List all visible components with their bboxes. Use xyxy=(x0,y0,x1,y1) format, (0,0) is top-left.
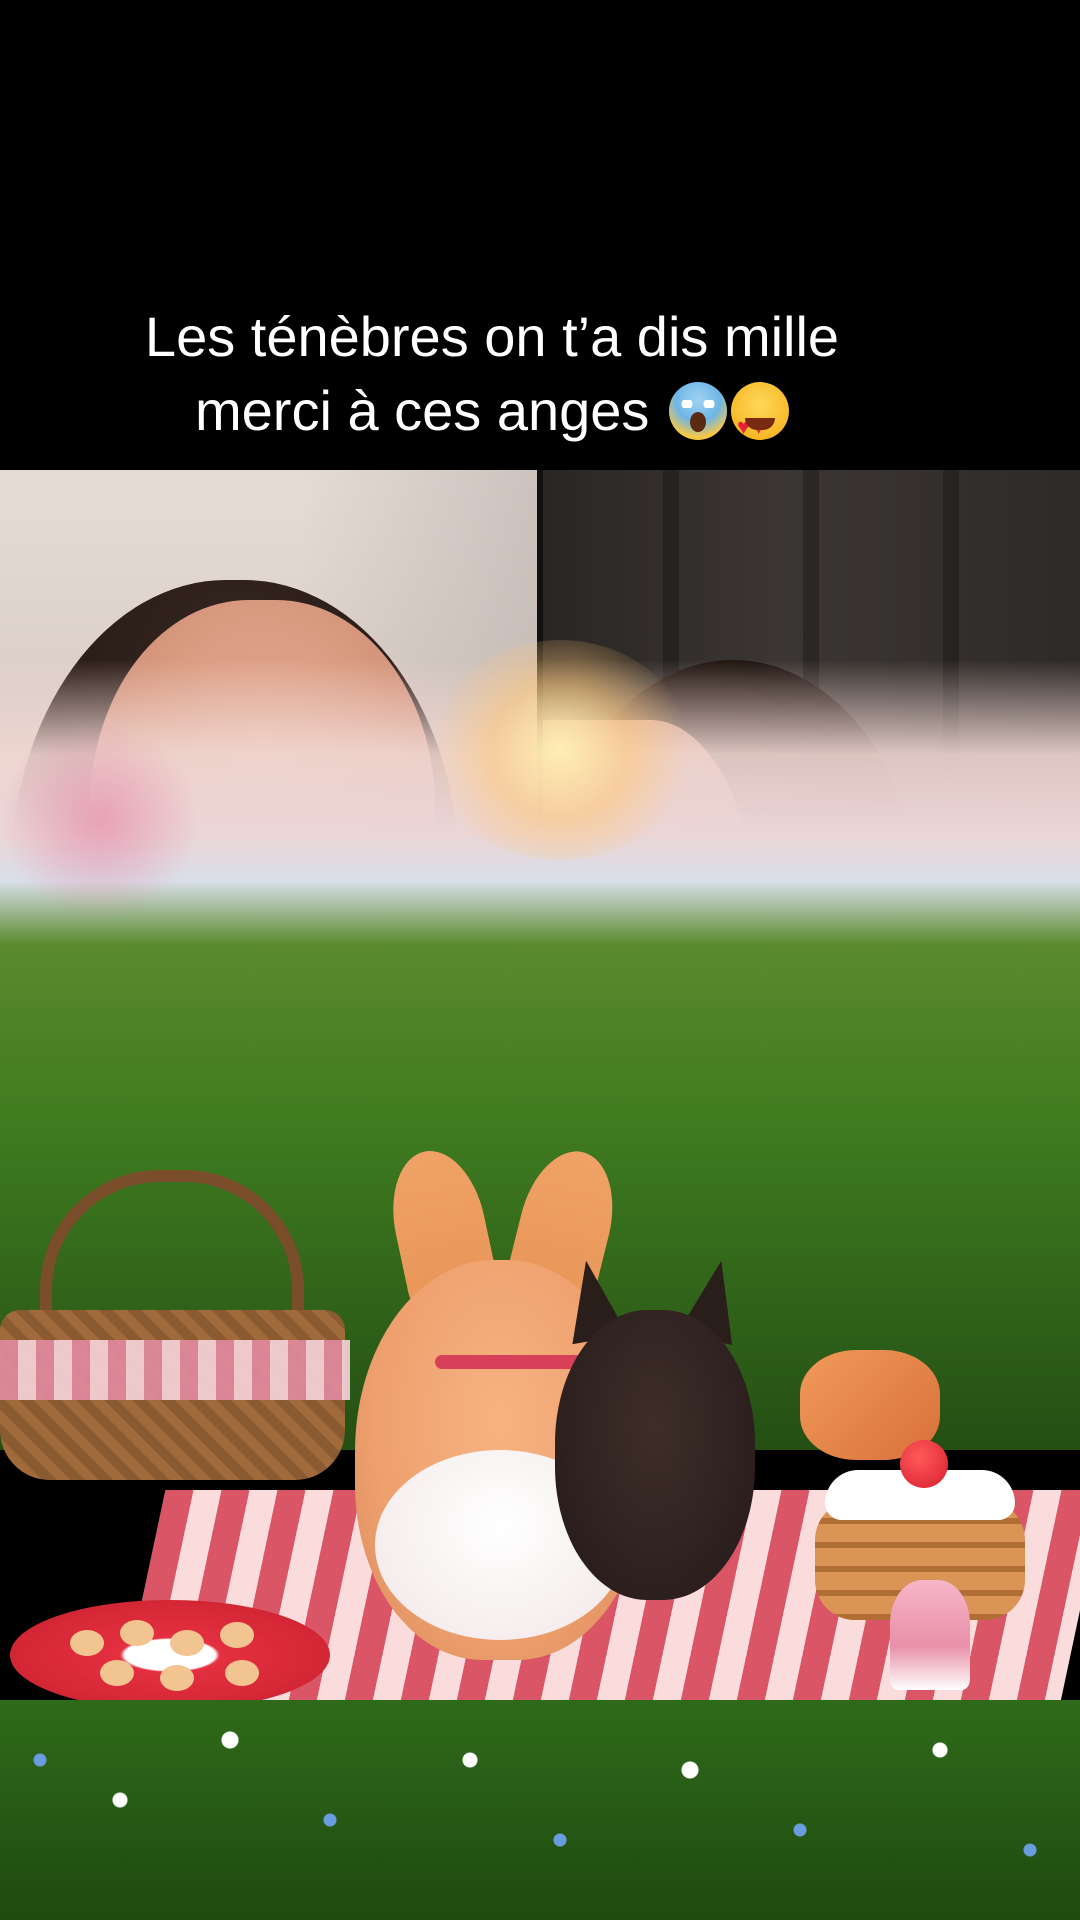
cat-body xyxy=(555,1310,755,1600)
flower-meadow xyxy=(0,1700,1080,1920)
cookie xyxy=(170,1630,204,1656)
basket-cloth xyxy=(0,1340,350,1400)
face-screaming-in-fear-icon xyxy=(669,382,727,440)
video-screen[interactable]: Les ténèbres on t’a dis mille merci à ce… xyxy=(0,0,1080,1920)
cookie xyxy=(160,1665,194,1691)
cookie xyxy=(70,1630,104,1656)
cupcake xyxy=(890,1580,970,1690)
black-cat-figure xyxy=(555,1255,755,1600)
cookie xyxy=(220,1622,254,1648)
caption-line-2: merci à ces anges xyxy=(0,374,1032,464)
cherry-blossom xyxy=(0,720,200,920)
video-caption: Les ténèbres on t’a dis mille merci à ce… xyxy=(0,300,1080,464)
smiling-face-with-heart-eyes-icon xyxy=(731,382,789,464)
cookie xyxy=(100,1660,134,1686)
cookie xyxy=(120,1620,154,1646)
strawberry xyxy=(900,1440,948,1488)
cookie-plate xyxy=(10,1600,330,1710)
cookie xyxy=(225,1660,259,1686)
caption-line-2-text: merci à ces anges xyxy=(195,379,650,442)
picnic-basket xyxy=(0,1170,350,1480)
sun-glow xyxy=(430,640,690,860)
caption-line-1: Les ténèbres on t’a dis mille xyxy=(144,305,840,368)
